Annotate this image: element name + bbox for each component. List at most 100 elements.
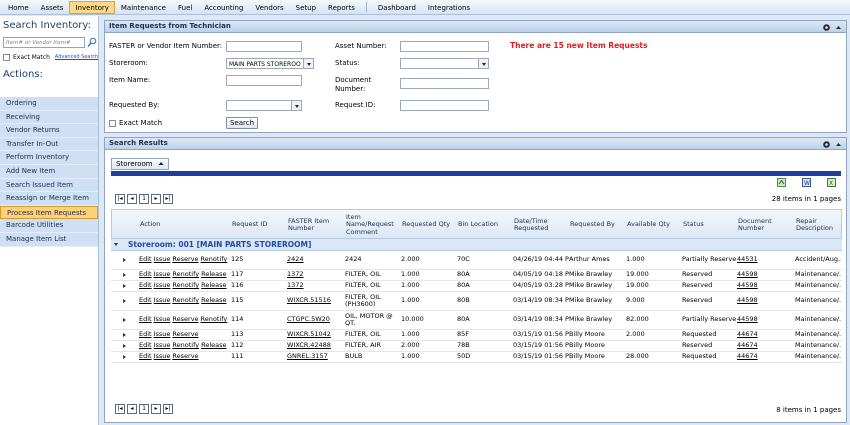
collapse-icon[interactable] [835,141,842,148]
menu-item-integrations[interactable]: Integrations [422,1,476,14]
item-number-link[interactable]: 1372 [287,282,304,290]
release-link[interactable]: Release [201,281,226,290]
item-name-input[interactable] [226,75,302,86]
request-id-input[interactable] [400,100,489,111]
action-item-manage-item-list[interactable]: Manage Item List [0,232,98,247]
document-number-input[interactable] [400,78,489,89]
issue-link[interactable]: Issue [154,281,171,290]
document-number-link[interactable]: 44598 [737,282,758,290]
search-icon[interactable] [87,37,97,48]
reserve-link[interactable]: Reserve [172,330,198,339]
table-row[interactable]: Edit Issue Renotify Release 116 1372 FILTER, O… [111,281,842,292]
menu-item-accounting[interactable]: Accounting [198,1,249,14]
item-number-link[interactable]: 1372 [287,271,304,279]
last-page-button[interactable]: ▸| [163,194,173,204]
collapse-icon[interactable] [835,24,842,31]
menu-item-home[interactable]: Home [2,1,35,14]
expand-row-icon[interactable] [123,354,126,359]
search-input[interactable] [3,37,85,48]
renotify-link[interactable]: Renotify [172,270,199,279]
item-number-link[interactable]: GNREL.3157 [287,353,328,361]
document-number-link[interactable]: 44674 [737,353,758,361]
refresh-icon[interactable] [777,178,786,187]
edit-link[interactable]: Edit [139,270,152,279]
renotify-link[interactable]: Renotify [201,255,228,264]
issue-link[interactable]: Issue [154,330,171,339]
issue-link[interactable]: Issue [154,352,171,361]
menu-item-maintenance[interactable]: Maintenance [115,1,172,14]
current-page[interactable]: 1 [139,404,149,414]
document-number-link[interactable]: 44598 [737,271,758,279]
expand-row-icon[interactable] [123,332,126,337]
menu-item-setup[interactable]: Setup [290,1,322,14]
status-select[interactable] [400,58,489,69]
item-number-link[interactable]: WIXCR.42488 [287,342,331,350]
next-page-button[interactable]: ▸ [151,194,161,204]
action-item-reassign-or-merge-item[interactable]: Reassign or Merge Item [0,192,98,206]
item-number-link[interactable]: 2424 [287,256,304,264]
menu-item-dashboard[interactable]: Dashboard [372,1,422,14]
document-number-link[interactable]: 44598 [737,316,758,324]
action-item-search-issued-item[interactable]: Search Issued Item [0,178,98,193]
asset-number-input[interactable] [400,41,489,52]
renotify-link[interactable]: Renotify [172,296,199,305]
table-row[interactable]: Edit Issue Renotify Release 115 WIXCR.51516 FI… [111,292,842,311]
edit-link[interactable]: Edit [139,330,152,339]
document-number-link[interactable]: 44531 [737,256,758,264]
table-row[interactable]: Edit Issue Reserve 111 GNREL.3157 BULB 1.000 50… [111,352,842,363]
edit-link[interactable]: Edit [139,296,152,305]
prev-page-button[interactable]: ◂ [127,194,137,204]
document-number-link[interactable]: 44598 [737,297,758,305]
menu-item-assets[interactable]: Assets [35,1,70,14]
table-row[interactable]: Edit Issue Renotify Release 117 1372 FILTER, O… [111,270,842,281]
col-bin-location-header[interactable]: Bin Location [458,210,512,240]
menu-item-inventory[interactable]: Inventory [69,0,115,14]
search-button[interactable]: Search [226,117,258,129]
collapse-group-icon[interactable] [114,243,118,246]
issue-link[interactable]: Issue [154,270,171,279]
table-row[interactable]: EditIssueReserveRenotifyRelease125 2424 24… [111,251,842,270]
action-item-vendor-returns[interactable]: Vendor Returns [0,124,98,138]
renotify-link[interactable]: Renotify [201,315,228,324]
col-item-name-header[interactable]: Item Name/Request Comment [346,210,400,240]
action-item-perform-inventory[interactable]: Perform Inventory [0,151,98,165]
last-page-button[interactable]: ▸| [163,404,173,414]
renotify-link[interactable]: Renotify [172,281,199,290]
action-item-barcode-utilities[interactable]: Barcode Utilities [0,219,98,233]
item-number-link[interactable]: WIXCR.51516 [287,297,331,305]
table-row[interactable]: EditIssueReserveRenotifyRelease114 CTGPC.… [111,311,842,330]
exact-match-checkbox[interactable] [3,53,10,61]
issue-link[interactable]: Issue [154,296,171,305]
col-requested-by-header[interactable]: Requested By [570,210,626,240]
action-item-transfer-in-out[interactable]: Transfer In-Out [0,137,98,152]
issue-link[interactable]: Issue [154,341,171,350]
item-number-link[interactable]: WIXCR.51042 [287,331,331,339]
col-available-qty-header[interactable]: Available Qty [627,210,681,240]
prev-page-button[interactable]: ◂ [127,404,137,414]
col-request-id-header[interactable]: Request ID [232,210,286,240]
storeroom-select[interactable]: MAIN PARTS STOREROOM [226,58,314,69]
table-row[interactable]: Edit Issue Reserve 113 WIXCR.51042 FILTER, OI… [111,330,842,341]
edit-link[interactable]: Edit [139,255,152,264]
expand-row-icon[interactable] [123,272,126,277]
menu-item-vendors[interactable]: Vendors [249,1,289,14]
edit-link[interactable]: Edit [139,341,152,350]
document-number-link[interactable]: 44674 [737,331,758,339]
edit-link[interactable]: Edit [139,281,152,290]
storeroom-group-row[interactable]: Storeroom: 001 [MAIN PARTS STOREROOM] [111,239,842,251]
export-word-icon[interactable]: W [802,178,811,187]
issue-link[interactable]: Issue [154,315,171,324]
gear-icon[interactable] [822,140,831,149]
expand-row-icon[interactable] [123,317,126,322]
chevron-down-icon[interactable] [291,101,301,110]
col-action-header[interactable]: Action [140,210,230,240]
current-page[interactable]: 1 [139,194,149,204]
edit-link[interactable]: Edit [139,315,152,324]
col-date-time-header[interactable]: Date/Time Requested [514,210,570,240]
issue-link[interactable]: Issue [154,255,171,264]
chevron-down-icon[interactable] [303,59,313,68]
first-page-button[interactable]: |◂ [115,404,125,414]
group-by-storeroom-chip[interactable]: Storeroom [111,158,169,170]
reserve-link[interactable]: Reserve [172,315,198,324]
col-repair-description-header[interactable]: Repair Description [796,210,842,240]
